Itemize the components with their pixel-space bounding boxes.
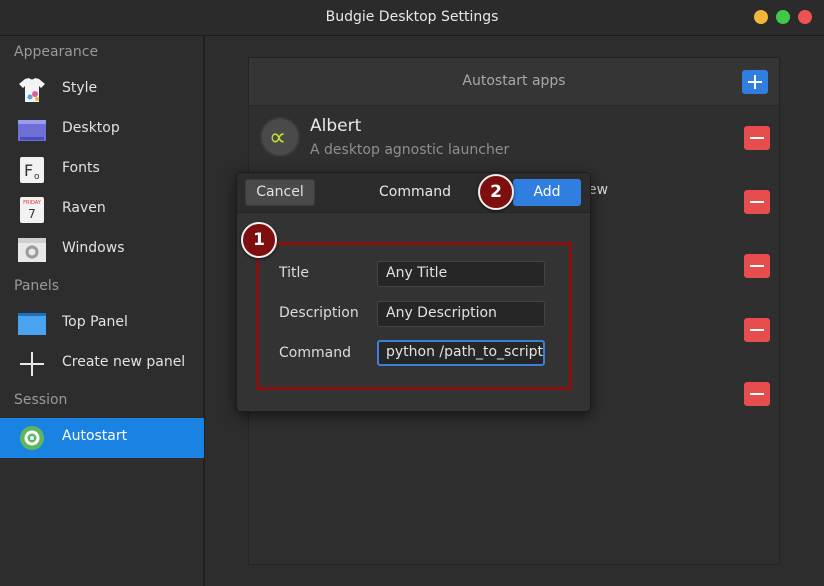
section-panels: Panels xyxy=(14,278,60,294)
plus-icon xyxy=(18,351,46,377)
sidebar-item-windows[interactable]: Windows xyxy=(0,230,204,270)
fonts-icon-glyph: F xyxy=(24,161,33,180)
sidebar-item-label: Autostart xyxy=(62,428,128,444)
command-label: Command xyxy=(279,345,351,361)
minimize-button[interactable] xyxy=(754,10,768,24)
dialog-header: Cancel Command Add xyxy=(237,173,590,213)
panel-header: Autostart apps xyxy=(249,58,779,106)
sidebar-item-create-new-panel[interactable]: Create new panel xyxy=(0,344,204,384)
remove-app-button[interactable] xyxy=(744,254,770,278)
minus-icon xyxy=(750,201,764,203)
sidebar-item-label: Fonts xyxy=(62,160,100,176)
annotation-badge-1: 1 xyxy=(241,222,277,258)
fonts-icon-sub: o xyxy=(34,172,40,182)
partial-app-name: ew xyxy=(588,182,609,198)
section-appearance: Appearance xyxy=(14,44,99,60)
annotation-badge-2: 2 xyxy=(478,174,514,210)
window-gear-icon xyxy=(18,237,46,263)
cancel-button[interactable]: Cancel xyxy=(245,179,315,206)
albert-app-icon: ∝ xyxy=(260,117,300,157)
sidebar-item-top-panel[interactable]: Top Panel xyxy=(0,304,204,344)
close-button[interactable] xyxy=(798,10,812,24)
remove-app-button[interactable] xyxy=(744,126,770,150)
fonts-icon: F o xyxy=(18,157,46,183)
remove-app-button[interactable] xyxy=(744,382,770,406)
description-field[interactable]: Any Description xyxy=(377,301,545,327)
sidebar-item-style[interactable]: Style xyxy=(0,70,204,110)
desktop-icon xyxy=(18,117,46,143)
title-bar: Budgie Desktop Settings xyxy=(0,0,824,36)
calendar-icon: FRIDAY 7 xyxy=(18,197,46,223)
sidebar-item-label: Create new panel xyxy=(62,354,186,370)
minus-icon xyxy=(750,137,764,139)
panel-icon xyxy=(18,311,46,337)
minus-icon xyxy=(750,265,764,267)
add-app-button[interactable] xyxy=(742,70,768,94)
calendar-month: FRIDAY xyxy=(23,200,42,206)
sidebar-item-label: Raven xyxy=(62,200,106,216)
gear-icon xyxy=(18,425,46,451)
section-session: Session xyxy=(14,392,68,408)
plus-icon xyxy=(748,75,762,89)
command-field[interactable]: python /path_to_script. xyxy=(377,340,545,366)
add-button[interactable]: Add xyxy=(513,179,581,206)
maximize-button[interactable] xyxy=(776,10,790,24)
sidebar-item-desktop[interactable]: Desktop xyxy=(0,110,204,150)
sidebar-item-label: Windows xyxy=(62,240,125,256)
title-field[interactable]: Any Title xyxy=(377,261,545,287)
remove-app-button[interactable] xyxy=(744,318,770,342)
app-name: Albert xyxy=(310,116,362,136)
sidebar-item-raven[interactable]: FRIDAY 7 Raven xyxy=(0,190,204,230)
panel-title: Autostart apps xyxy=(462,73,566,89)
sidebar-item-label: Desktop xyxy=(62,120,120,136)
sidebar-item-label: Style xyxy=(62,80,98,96)
sidebar-item-label: Top Panel xyxy=(62,314,128,330)
sidebar-item-autostart[interactable]: Autostart xyxy=(0,418,204,458)
title-label: Title xyxy=(279,265,310,281)
description-label: Description xyxy=(279,305,359,321)
app-description: A desktop agnostic launcher xyxy=(310,142,510,158)
minus-icon xyxy=(750,393,764,395)
shirt-icon xyxy=(18,77,46,103)
remove-app-button[interactable] xyxy=(744,190,770,214)
window-title: Budgie Desktop Settings xyxy=(325,9,499,25)
calendar-day: 7 xyxy=(28,207,36,221)
minus-icon xyxy=(750,329,764,331)
dialog-title: Command xyxy=(379,184,451,200)
command-dialog: Cancel Command Add Title Any Title Descr… xyxy=(236,172,591,412)
sidebar: Appearance Style Desktop F o Fonts FRIDA… xyxy=(0,36,204,586)
sidebar-item-fonts[interactable]: F o Fonts xyxy=(0,150,204,190)
